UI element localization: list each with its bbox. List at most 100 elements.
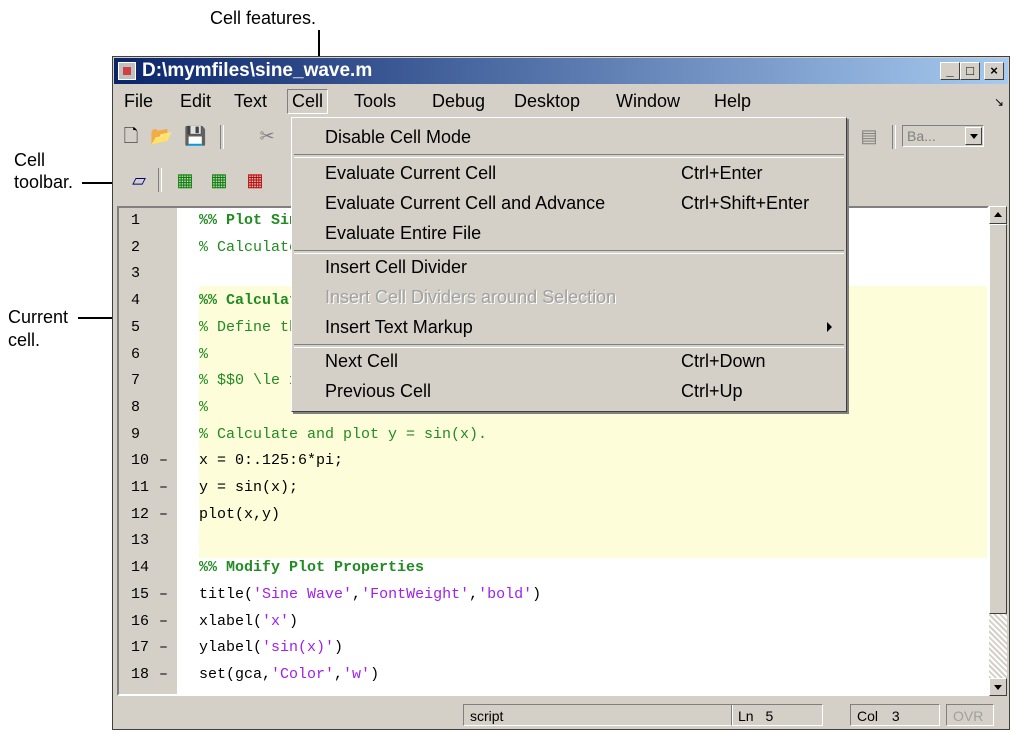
menu-desktop[interactable]: Desktop [510, 90, 584, 113]
menu-item-label: Previous Cell [325, 381, 432, 401]
code-line[interactable]: 12– plot(x,y) [119, 502, 987, 528]
dock-arrow-icon[interactable]: ↘ [994, 95, 1004, 109]
status-ln: Ln 5 [731, 704, 823, 726]
title-bar[interactable]: D:\mymfiles\sine_wave.m _ □ × [114, 58, 1008, 84]
status-mode: script [463, 704, 733, 726]
cut-icon[interactable]: ✂ [256, 125, 278, 147]
new-file-icon[interactable]: 🗋 [120, 125, 142, 147]
menu-text[interactable]: Text [230, 90, 271, 113]
code-line[interactable]: 15– title('Sine Wave','FontWeight','bold'… [119, 582, 987, 608]
status-ovr: OVR [946, 704, 994, 726]
line-number: 4 [131, 292, 141, 310]
maximize-button[interactable]: □ [960, 62, 980, 80]
menu-debug[interactable]: Debug [428, 90, 489, 113]
code-token: ) [334, 639, 344, 657]
breakpoint-marker[interactable]: – [159, 506, 168, 523]
line-number: 5 [131, 318, 141, 336]
code-token: , [352, 585, 362, 603]
menu-item-evaluate-entire-file[interactable]: Evaluate Entire File [292, 218, 846, 248]
code-token: ) [289, 612, 299, 630]
line-number: 13 [131, 532, 150, 550]
code-line[interactable]: 9 % Calculate and plot y = sin(x). [119, 422, 987, 448]
breakpoint-marker[interactable]: – [159, 666, 168, 683]
callout-current-cell-line1: Current [8, 307, 69, 327]
line-number: 6 [131, 345, 141, 363]
code-line[interactable]: 14 %% Modify Plot Properties [119, 555, 987, 581]
menu-file[interactable]: File [120, 90, 157, 113]
status-ln-value: 5 [765, 708, 774, 724]
breakpoint-marker[interactable]: – [159, 452, 168, 469]
menu-item-label: Next Cell [325, 351, 399, 371]
menu-cell[interactable]: Cell [287, 89, 329, 114]
code-line[interactable]: 13 [119, 528, 987, 554]
stack-combo-value: Ba... [907, 128, 936, 144]
scroll-down-icon[interactable] [989, 678, 1007, 696]
chevron-down-icon[interactable] [965, 127, 982, 145]
code-text: xlabel('x') [199, 613, 298, 630]
menu-item-evaluate-current-cell[interactable]: Evaluate Current Cell Ctrl+Enter [292, 158, 846, 188]
code-token: , [469, 585, 479, 603]
scroll-track[interactable] [989, 614, 1007, 678]
menu-tools[interactable]: Tools [350, 90, 400, 113]
enable-cell-mode-icon[interactable]: ▱ [128, 169, 150, 191]
code-token: % [199, 345, 209, 363]
vertical-scrollbar[interactable] [989, 206, 1007, 696]
menu-item-next-cell[interactable]: Next Cell Ctrl+Down [292, 346, 846, 376]
code-token: 'sin(x)' [262, 639, 335, 657]
status-ovr-text: OVR [953, 708, 984, 724]
save-icon[interactable]: 💾 [184, 125, 206, 147]
breakpoint-marker[interactable]: – [159, 639, 168, 656]
menu-item-insert-cell-divider[interactable]: Insert Cell Divider [292, 252, 846, 282]
stack-icon[interactable]: ▤ [858, 125, 880, 147]
breakpoint-marker[interactable]: – [159, 479, 168, 496]
breakpoint-marker[interactable]: – [159, 586, 168, 603]
menu-item-insert-dividers-around-selection: Insert Cell Dividers around Selection [292, 282, 846, 312]
code-token: x = 0:.125:6*pi; [199, 452, 344, 470]
insert-cell-divider-icon[interactable]: ▦ [174, 169, 196, 191]
open-folder-icon[interactable]: 📂 [150, 125, 172, 147]
line-number: 2 [131, 238, 141, 256]
menu-item-label: Disable Cell Mode [325, 127, 472, 147]
menu-item-evaluate-and-advance[interactable]: Evaluate Current Cell and Advance Ctrl+S… [292, 188, 846, 218]
code-line[interactable]: 10– x = 0:.125:6*pi; [119, 448, 987, 474]
menu-item-insert-text-markup[interactable]: Insert Text Markup [292, 312, 846, 342]
code-line[interactable]: 11– y = sin(x); [119, 475, 987, 501]
menu-edit[interactable]: Edit [176, 90, 215, 113]
code-text: ylabel('sin(x)') [199, 639, 343, 656]
code-token: plot(x,y) [199, 505, 281, 523]
toolbar-separator [220, 125, 224, 149]
menu-window[interactable]: Window [612, 90, 684, 113]
code-text: % [199, 399, 208, 416]
status-col-value: 3 [891, 708, 900, 724]
callout-cell-features: Cell features. [210, 8, 317, 28]
toolbar-separator [158, 168, 162, 192]
scroll-up-icon[interactable] [989, 206, 1007, 224]
submenu-arrow-icon [827, 322, 832, 332]
menu-item-disable-cell-mode[interactable]: Disable Cell Mode [292, 122, 846, 152]
callout-cell-toolbar-line2: toolbar. [14, 172, 74, 192]
menu-help[interactable]: Help [710, 90, 755, 113]
close-button[interactable]: × [984, 62, 1004, 80]
code-token: title( [199, 585, 254, 603]
stack-combo[interactable]: Ba... [902, 125, 984, 147]
line-number: 8 [131, 398, 141, 416]
menu-item-previous-cell[interactable]: Previous Cell Ctrl+Up [292, 376, 846, 406]
code-token: % Calculate and plot y = sin(x). [199, 425, 488, 443]
status-bar: script Ln 5 Col 3 OVR [114, 701, 1008, 729]
callout-current-cell-line2: cell. [8, 330, 41, 350]
code-token: ylabel( [199, 639, 263, 657]
insert-cell-dividers-around-icon[interactable]: ▦ [208, 169, 230, 191]
minimize-button[interactable]: _ [940, 62, 960, 80]
status-mode-text: script [470, 708, 504, 724]
code-line[interactable]: 17– ylabel('sin(x)') [119, 635, 987, 661]
scroll-thumb[interactable] [989, 224, 1007, 614]
code-text: set(gca,'Color','w') [199, 666, 379, 683]
code-token: 'Sine Wave' [253, 585, 353, 603]
code-line[interactable]: 16– xlabel('x') [119, 609, 987, 635]
window-title: D:\mymfiles\sine_wave.m [142, 60, 373, 81]
breakpoint-marker[interactable]: – [159, 613, 168, 630]
code-text: y = sin(x); [199, 479, 298, 496]
code-line[interactable]: 18– set(gca,'Color','w') [119, 662, 987, 688]
evaluate-cell-icon[interactable]: ▦ [244, 169, 266, 191]
menu-item-shortcut: Ctrl+Enter [681, 163, 763, 183]
